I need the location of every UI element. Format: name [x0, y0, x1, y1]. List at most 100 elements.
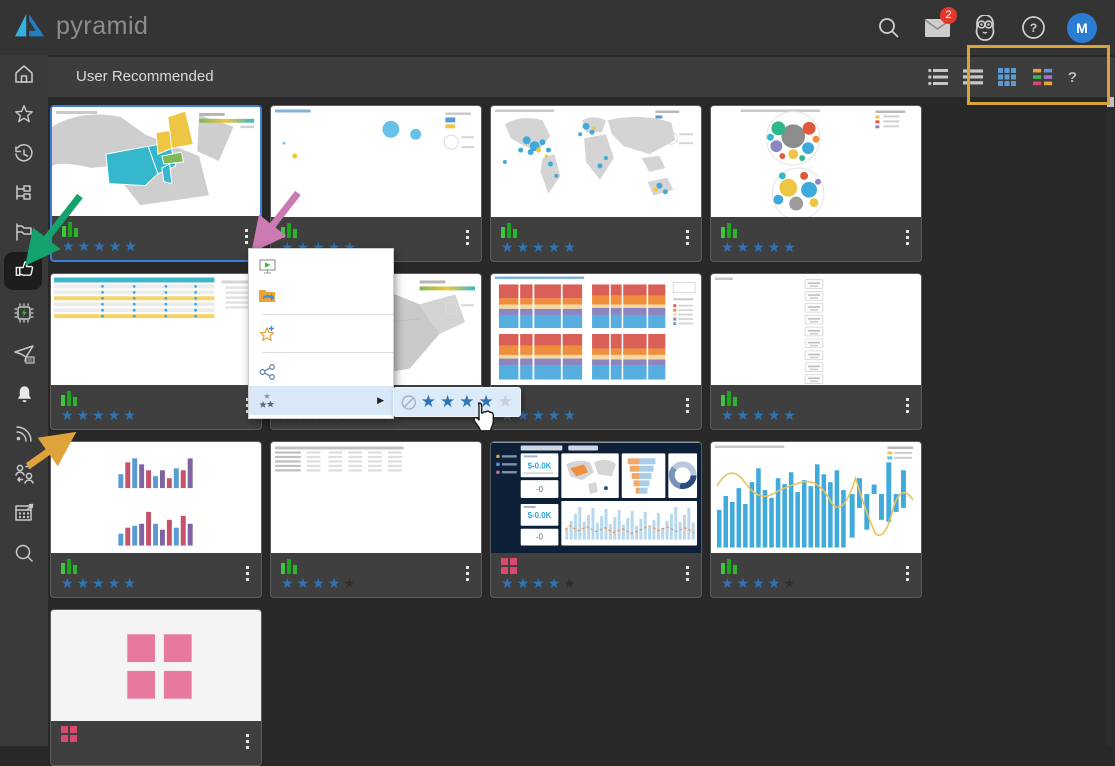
tile-more-menu-icon[interactable]: [466, 566, 469, 581]
tile-footer: ★★★★★: [711, 553, 921, 597]
menu-item-share[interactable]: [249, 357, 393, 386]
detail-view-icon[interactable]: [963, 67, 983, 87]
tile-rating-stars[interactable]: ★★★★★: [281, 575, 473, 592]
search-icon[interactable]: [875, 14, 903, 42]
avatar[interactable]: M: [1067, 13, 1097, 43]
tile-rating-stars[interactable]: ★★★★★: [501, 407, 693, 424]
tile-more-menu-icon[interactable]: [246, 734, 249, 749]
search-icon: [13, 542, 35, 569]
rating-star-3[interactable]: ★: [459, 392, 474, 412]
tiles-view-icon[interactable]: [1033, 67, 1053, 87]
sidebar-item-thumbs-up[interactable]: [0, 252, 48, 290]
assistant-owl-icon[interactable]: [971, 14, 999, 42]
tile-thumbnail: [51, 610, 261, 723]
folder-arrow-icon: [258, 288, 276, 303]
tile-grid-kpi[interactable]: ★★★★★: [50, 273, 262, 430]
tile-more-menu-icon[interactable]: [906, 566, 909, 581]
tile-test3[interactable]: ★★★★★: [270, 441, 482, 598]
bar-chart-icon: [281, 558, 298, 574]
menu-item-rate-item[interactable]: ▶: [249, 386, 393, 415]
tile-rating-stars[interactable]: ★★★★★: [501, 239, 693, 256]
tile-rating-stars[interactable]: ★★★★★: [61, 407, 253, 424]
sidebar-item-people-swap[interactable]: [0, 456, 48, 494]
tile-footer: ★★★★★: [52, 216, 260, 260]
tile-more-menu-icon[interactable]: [686, 230, 689, 245]
tile-rating-stars[interactable]: ★★★★★: [501, 575, 693, 592]
scrollbar[interactable]: [1107, 57, 1114, 746]
svg-text:?: ?: [1029, 21, 1036, 35]
flag-icon: [13, 221, 35, 248]
mail-icon[interactable]: 2: [923, 14, 951, 42]
tile-more-menu-icon[interactable]: [246, 566, 249, 581]
menu-separator: [262, 314, 393, 315]
home-icon: [13, 63, 35, 90]
sidebar-item-home[interactable]: [0, 57, 48, 95]
menu-separator: [262, 352, 393, 353]
tile-rating-stars[interactable]: ★★★★★: [721, 575, 913, 592]
menu-item-view[interactable]: [249, 252, 393, 281]
bar-chart-icon: [721, 390, 738, 406]
tile-footer: ★★★★★: [711, 385, 921, 429]
no-rating-icon[interactable]: [401, 394, 417, 411]
list-view-icon[interactable]: [928, 67, 948, 87]
tile-sales-by-manufacturer-a[interactable]: ★★★★★: [50, 441, 262, 598]
context-menu: ▶: [248, 248, 394, 419]
logo-text: pyramid: [56, 12, 148, 41]
tile-state-qty[interactable]: ★★★★★: [710, 273, 922, 430]
play-icon: [258, 259, 276, 274]
rating-star-1[interactable]: ★: [421, 392, 436, 412]
sidebar-item-calendar-edit[interactable]: [0, 496, 48, 534]
sidebar-item-star[interactable]: [0, 97, 48, 135]
bar-chart-icon: [501, 222, 518, 238]
tile-more-menu-icon[interactable]: [906, 398, 909, 413]
svg-text:-0: -0: [536, 485, 544, 494]
sidebar-item-flag[interactable]: [0, 215, 48, 253]
tile-outliers[interactable]: ★★★★★: [490, 105, 702, 262]
submenu-arrow-icon: ▶: [377, 395, 384, 406]
tile-acc-2[interactable]: ★★★★★: [710, 441, 922, 598]
tile-thumbnail: [271, 106, 481, 219]
menu-item-add-to-favorites[interactable]: [249, 319, 393, 348]
page-title: User Recommended: [76, 68, 214, 85]
tile-more-menu-icon[interactable]: [466, 230, 469, 245]
star-plus-icon: [258, 325, 276, 342]
tile-thumbnail: [271, 442, 481, 555]
tile-more-menu-icon[interactable]: [906, 230, 909, 245]
sidebar-item-org-tree[interactable]: [0, 176, 48, 214]
tile-sales-performance[interactable]: $-0.0K -0 $-0.0K -0 ★★★★★: [490, 441, 702, 598]
tile-more-menu-icon[interactable]: [245, 229, 248, 244]
tile-states-qty[interactable]: ★★★★★: [50, 105, 262, 262]
tile-more-menu-icon[interactable]: [686, 566, 689, 581]
tile-rating-stars[interactable]: ★★★★★: [61, 575, 253, 592]
sidebar-item-signal[interactable]: [0, 417, 48, 455]
tile-retail-sales[interactable]: [50, 609, 262, 766]
sidebar-item-history[interactable]: [0, 137, 48, 175]
tile-age-childen-income[interactable]: ★★★★★: [270, 105, 482, 262]
pyramid-logo[interactable]: pyramid: [13, 11, 148, 41]
stars-cluster-icon: [258, 392, 276, 409]
rating-star-5[interactable]: ★: [498, 392, 513, 412]
sidebar-item-bell[interactable]: [0, 377, 48, 415]
calendar-edit-icon: [13, 502, 35, 529]
gallery-help-icon[interactable]: ?: [1068, 69, 1077, 86]
tile-circle-packing[interactable]: ★★★★★: [710, 105, 922, 262]
sidebar-item-chip-bolt[interactable]: [0, 296, 48, 334]
bar-chart-icon: [721, 222, 738, 238]
tile-more-menu-icon[interactable]: [686, 398, 689, 413]
tile-thumbnail: [51, 442, 261, 555]
pink-grid-icon: [61, 726, 77, 742]
tile-rating-stars[interactable]: ★★★★★: [721, 239, 913, 256]
tile-rating-stars[interactable]: ★★★★★: [62, 238, 252, 255]
menu-item-go-to-item-location[interactable]: [249, 281, 393, 310]
rating-star-4[interactable]: ★: [479, 392, 494, 412]
svg-text:$-0.0K: $-0.0K: [528, 461, 552, 470]
tile-marimekko[interactable]: ★★★★★: [490, 273, 702, 430]
signal-icon: [13, 423, 35, 450]
grid-view-icon[interactable]: [998, 67, 1018, 87]
help-icon[interactable]: ?: [1019, 14, 1047, 42]
content-header: User Recommended ?: [48, 57, 1115, 97]
sidebar-item-search[interactable]: [0, 536, 48, 574]
rating-star-2[interactable]: ★: [440, 392, 455, 412]
tile-rating-stars[interactable]: ★★★★★: [721, 407, 913, 424]
sidebar-item-paper-plane[interactable]: [0, 337, 48, 375]
